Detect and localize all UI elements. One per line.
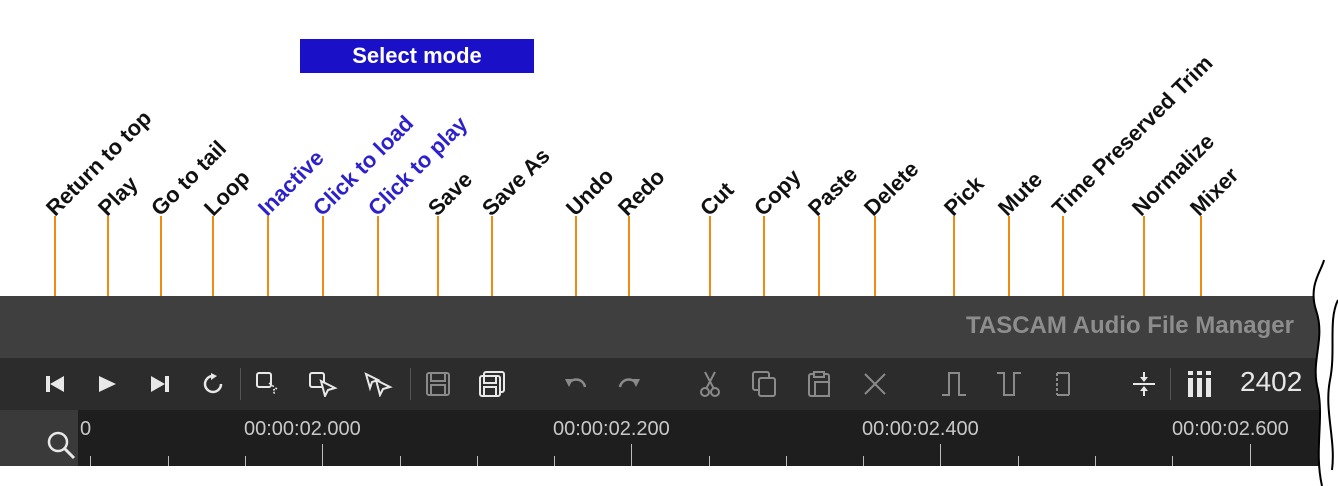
loop-button[interactable] [196,368,230,400]
paste-icon [808,371,830,397]
ruler-tick [1095,456,1096,466]
zoom-button[interactable] [0,410,78,466]
play-icon [99,376,116,392]
callout-undo: Undo [561,163,619,221]
paste-button[interactable] [802,368,836,400]
toolbar-separator [240,368,241,400]
app-title: TASCAM Audio File Manager [965,312,1294,339]
delete-button[interactable] [858,368,892,400]
ruler-tick [400,456,401,466]
timeline-ruler[interactable]: 0 00:00:02.000 00:00:02.200 00:00:02.400… [0,410,1338,466]
cut-icon [700,371,720,397]
normalize-icon [1133,372,1155,396]
cut-button[interactable] [693,368,727,400]
select-click-to-play-button[interactable] [361,368,395,400]
torn-edge [1312,0,1338,486]
callout-paste: Paste [803,161,863,221]
redo-icon [618,378,640,388]
redo-button[interactable] [612,368,646,400]
ruler-label: 0 [80,418,92,440]
undo-button[interactable] [559,368,593,400]
select-inactive-icon [256,372,279,396]
ruler-tick [168,456,169,466]
callout-play: Play [93,171,143,221]
loop-icon [203,373,223,394]
callout-mixer: Mixer [1185,162,1244,221]
callout-pick: Pick [939,171,989,221]
counter-readout: 2402 [1240,366,1303,397]
delete-icon [864,373,886,395]
ruler-tick [1018,456,1019,466]
ruler-tick [863,456,864,466]
toolbar: 2402 [0,358,1338,410]
magnifier-icon [47,431,76,460]
play-button[interactable] [90,368,124,400]
ruler-label: 00:00:02.200 [553,418,670,440]
select-mode-banner: Select mode [300,39,534,73]
ruler-tick [1250,444,1251,466]
app-titlebar: TASCAM Audio File Manager [0,296,1338,358]
callout-save: Save [423,166,478,221]
save-as-icon [479,371,505,397]
pick-icon [942,372,966,396]
ruler-tick [245,456,246,466]
copy-button[interactable] [747,368,781,400]
go-to-tail-icon [151,376,169,392]
mixer-button[interactable] [1183,368,1217,400]
ruler-label: 00:00:02.400 [862,418,979,440]
ruler-tick [631,444,632,466]
select-inactive-button[interactable] [251,368,285,400]
ruler-tick [322,444,323,466]
ruler-tick [477,456,478,466]
select-click-to-play-icon [364,372,393,397]
ruler-tick [90,456,91,466]
callout-copy: Copy [749,164,806,221]
callout-save-as: Save As [477,143,555,221]
time-preserved-trim-button[interactable] [1046,368,1080,400]
pick-button[interactable] [937,368,971,400]
callout-cut: Cut [695,177,739,221]
mixer-icon [1188,371,1211,397]
select-click-to-load-button[interactable] [306,368,340,400]
ruler-label: 00:00:02.600 [1172,418,1289,440]
ruler-tick [709,456,710,466]
undo-icon [565,378,587,388]
ruler-tick [554,456,555,466]
save-as-button[interactable] [475,368,509,400]
time-preserved-trim-icon [1056,372,1070,396]
go-to-tail-button[interactable] [143,368,177,400]
select-click-to-load-icon [309,372,338,397]
return-to-top-button[interactable] [38,368,72,400]
mute-icon [997,372,1021,396]
toolbar-separator [410,368,411,400]
callout-redo: Redo [613,164,670,221]
ruler-tick [786,456,787,466]
callout-delete: Delete [859,156,924,221]
ruler-tick [1172,456,1173,466]
ruler-tick [940,444,941,466]
save-button[interactable] [421,368,455,400]
return-to-top-icon [46,376,64,392]
toolbar-separator [1170,368,1171,400]
mute-button[interactable] [992,368,1026,400]
ruler-label: 00:00:02.000 [244,418,361,440]
save-icon [426,372,450,396]
callout-mute: Mute [993,166,1048,221]
normalize-button[interactable] [1127,368,1161,400]
copy-icon [752,371,776,397]
